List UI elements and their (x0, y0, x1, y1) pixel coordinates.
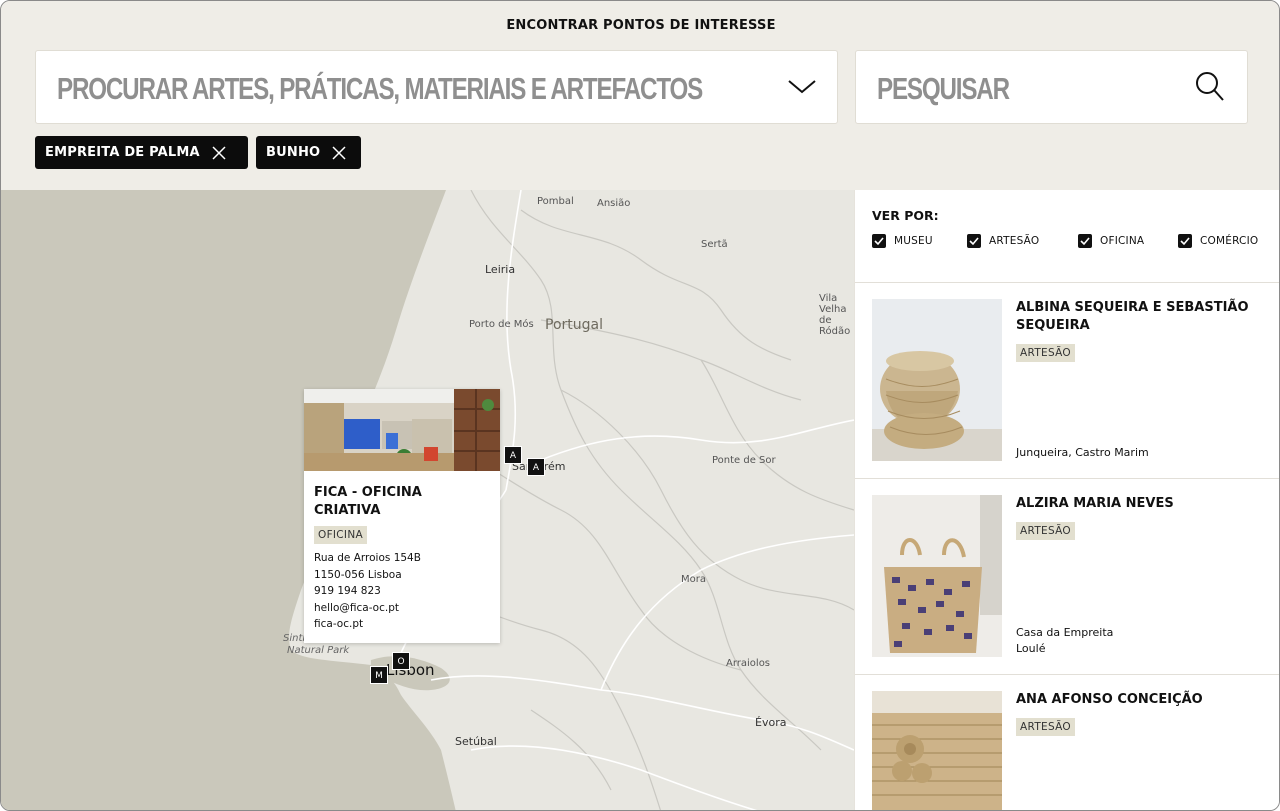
results-panel: VER POR: MUSEU ARTESÃO OFICINA COMÉRCIO (854, 190, 1279, 810)
popup-postal-code: 1150-056 Lisboa (314, 569, 402, 581)
search-placeholder: PESQUISAR (877, 71, 1010, 106)
divider (855, 282, 1279, 283)
place-label: Ansião (597, 198, 631, 209)
page-title: ENCONTRAR PONTOS DE INTERESSE (506, 18, 776, 33)
basket-photo (872, 691, 1002, 810)
place-label: Évora (755, 716, 787, 729)
place-label: Sertã (701, 239, 728, 250)
divider (855, 478, 1279, 479)
result-category-tag: ARTESÃO (1016, 718, 1075, 736)
search-icon[interactable] (1195, 71, 1225, 103)
place-label: Setúbal (455, 735, 497, 748)
popup-phone[interactable]: 919 194 823 (314, 585, 381, 597)
filter-oficina[interactable]: OFICINA (1078, 233, 1144, 249)
checkbox-checked-icon[interactable] (872, 234, 886, 248)
filter-artesao[interactable]: ARTESÃO (967, 233, 1039, 249)
category-select-placeholder: PROCURAR ARTES, PRÁTICAS, MATERIAIS E AR… (57, 71, 703, 106)
checkbox-checked-icon[interactable] (967, 234, 981, 248)
checkbox-checked-icon[interactable] (1078, 234, 1092, 248)
basket-photo (872, 299, 1002, 461)
filter-label: OFICINA (1100, 235, 1145, 247)
place-label: Leiria (485, 263, 516, 276)
result-category-tag: ARTESÃO (1016, 344, 1075, 362)
result-name[interactable]: ALBINA SEQUEIRA E SEBASTIÃO SEQUEIRA (1016, 299, 1266, 335)
search-header: ENCONTRAR PONTOS DE INTERESSE PROCURAR A… (1, 1, 1279, 190)
place-label: Ponte de Sor (712, 455, 776, 466)
search-input[interactable]: PESQUISAR (855, 50, 1248, 124)
result-location: Junqueira, Castro Marim (1016, 446, 1149, 459)
popup-address: Rua de Arroios 154B (314, 552, 421, 564)
place-label: Vila Velha de Ródão (819, 293, 851, 337)
map-marker-museu[interactable]: M (370, 666, 388, 684)
close-icon[interactable] (212, 145, 226, 160)
map-marker-artesao[interactable]: A (527, 458, 545, 476)
workshop-photo (304, 389, 500, 471)
filter-chip-empreita-de-palma: EMPREITA DE PALMA (35, 136, 248, 169)
chevron-down-icon[interactable] (787, 75, 817, 97)
filter-museu[interactable]: MUSEU (872, 233, 933, 249)
map-marker-artesao[interactable]: A (504, 446, 522, 464)
filter-chip-label: EMPREITA DE PALMA (45, 145, 200, 160)
view-by-label: VER POR: (872, 208, 939, 223)
checkbox-checked-icon[interactable] (1178, 234, 1192, 248)
place-label: Natural Park (287, 645, 350, 656)
app-frame: ENCONTRAR PONTOS DE INTERESSE PROCURAR A… (0, 0, 1280, 811)
result-name[interactable]: ANA AFONSO CONCEIÇÃO (1016, 691, 1266, 709)
place-label: Arraiolos (726, 658, 771, 669)
filter-label: ARTESÃO (989, 235, 1040, 247)
filter-chip-bunho: BUNHO (256, 136, 361, 169)
place-label: Porto de Mós (469, 319, 534, 330)
country-label: Portugal (545, 317, 603, 333)
filter-chip-label: BUNHO (266, 145, 321, 160)
close-icon[interactable] (332, 145, 346, 160)
filter-comercio[interactable]: COMÉRCIO (1178, 233, 1258, 249)
filter-label: MUSEU (894, 235, 933, 247)
popup-email[interactable]: hello@fica-oc.pt (314, 602, 399, 614)
popup-title: FICA - OFICINA CRIATIVA (314, 485, 422, 518)
map-marker-oficina[interactable]: O (392, 652, 410, 670)
result-name[interactable]: ALZIRA MARIA NEVES (1016, 495, 1266, 513)
divider (855, 674, 1279, 675)
result-location-town: Loulé (1016, 642, 1046, 655)
map-popup: FICA - OFICINA CRIATIVA OFICINA Rua de A… (304, 389, 500, 643)
place-label: Mora (681, 574, 706, 585)
basket-photo (872, 495, 1002, 657)
popup-category-tag: OFICINA (314, 526, 367, 544)
popup-website[interactable]: fica-oc.pt (314, 618, 363, 630)
map[interactable]: Pombal Ansião Sertã Leiria Portugal Port… (1, 190, 854, 810)
result-category-tag: ARTESÃO (1016, 522, 1075, 540)
place-label: Pombal (537, 196, 574, 207)
result-location: Casa da Empreita (1016, 626, 1114, 639)
filter-label: COMÉRCIO (1200, 235, 1259, 247)
category-select[interactable]: PROCURAR ARTES, PRÁTICAS, MATERIAIS E AR… (35, 50, 838, 124)
